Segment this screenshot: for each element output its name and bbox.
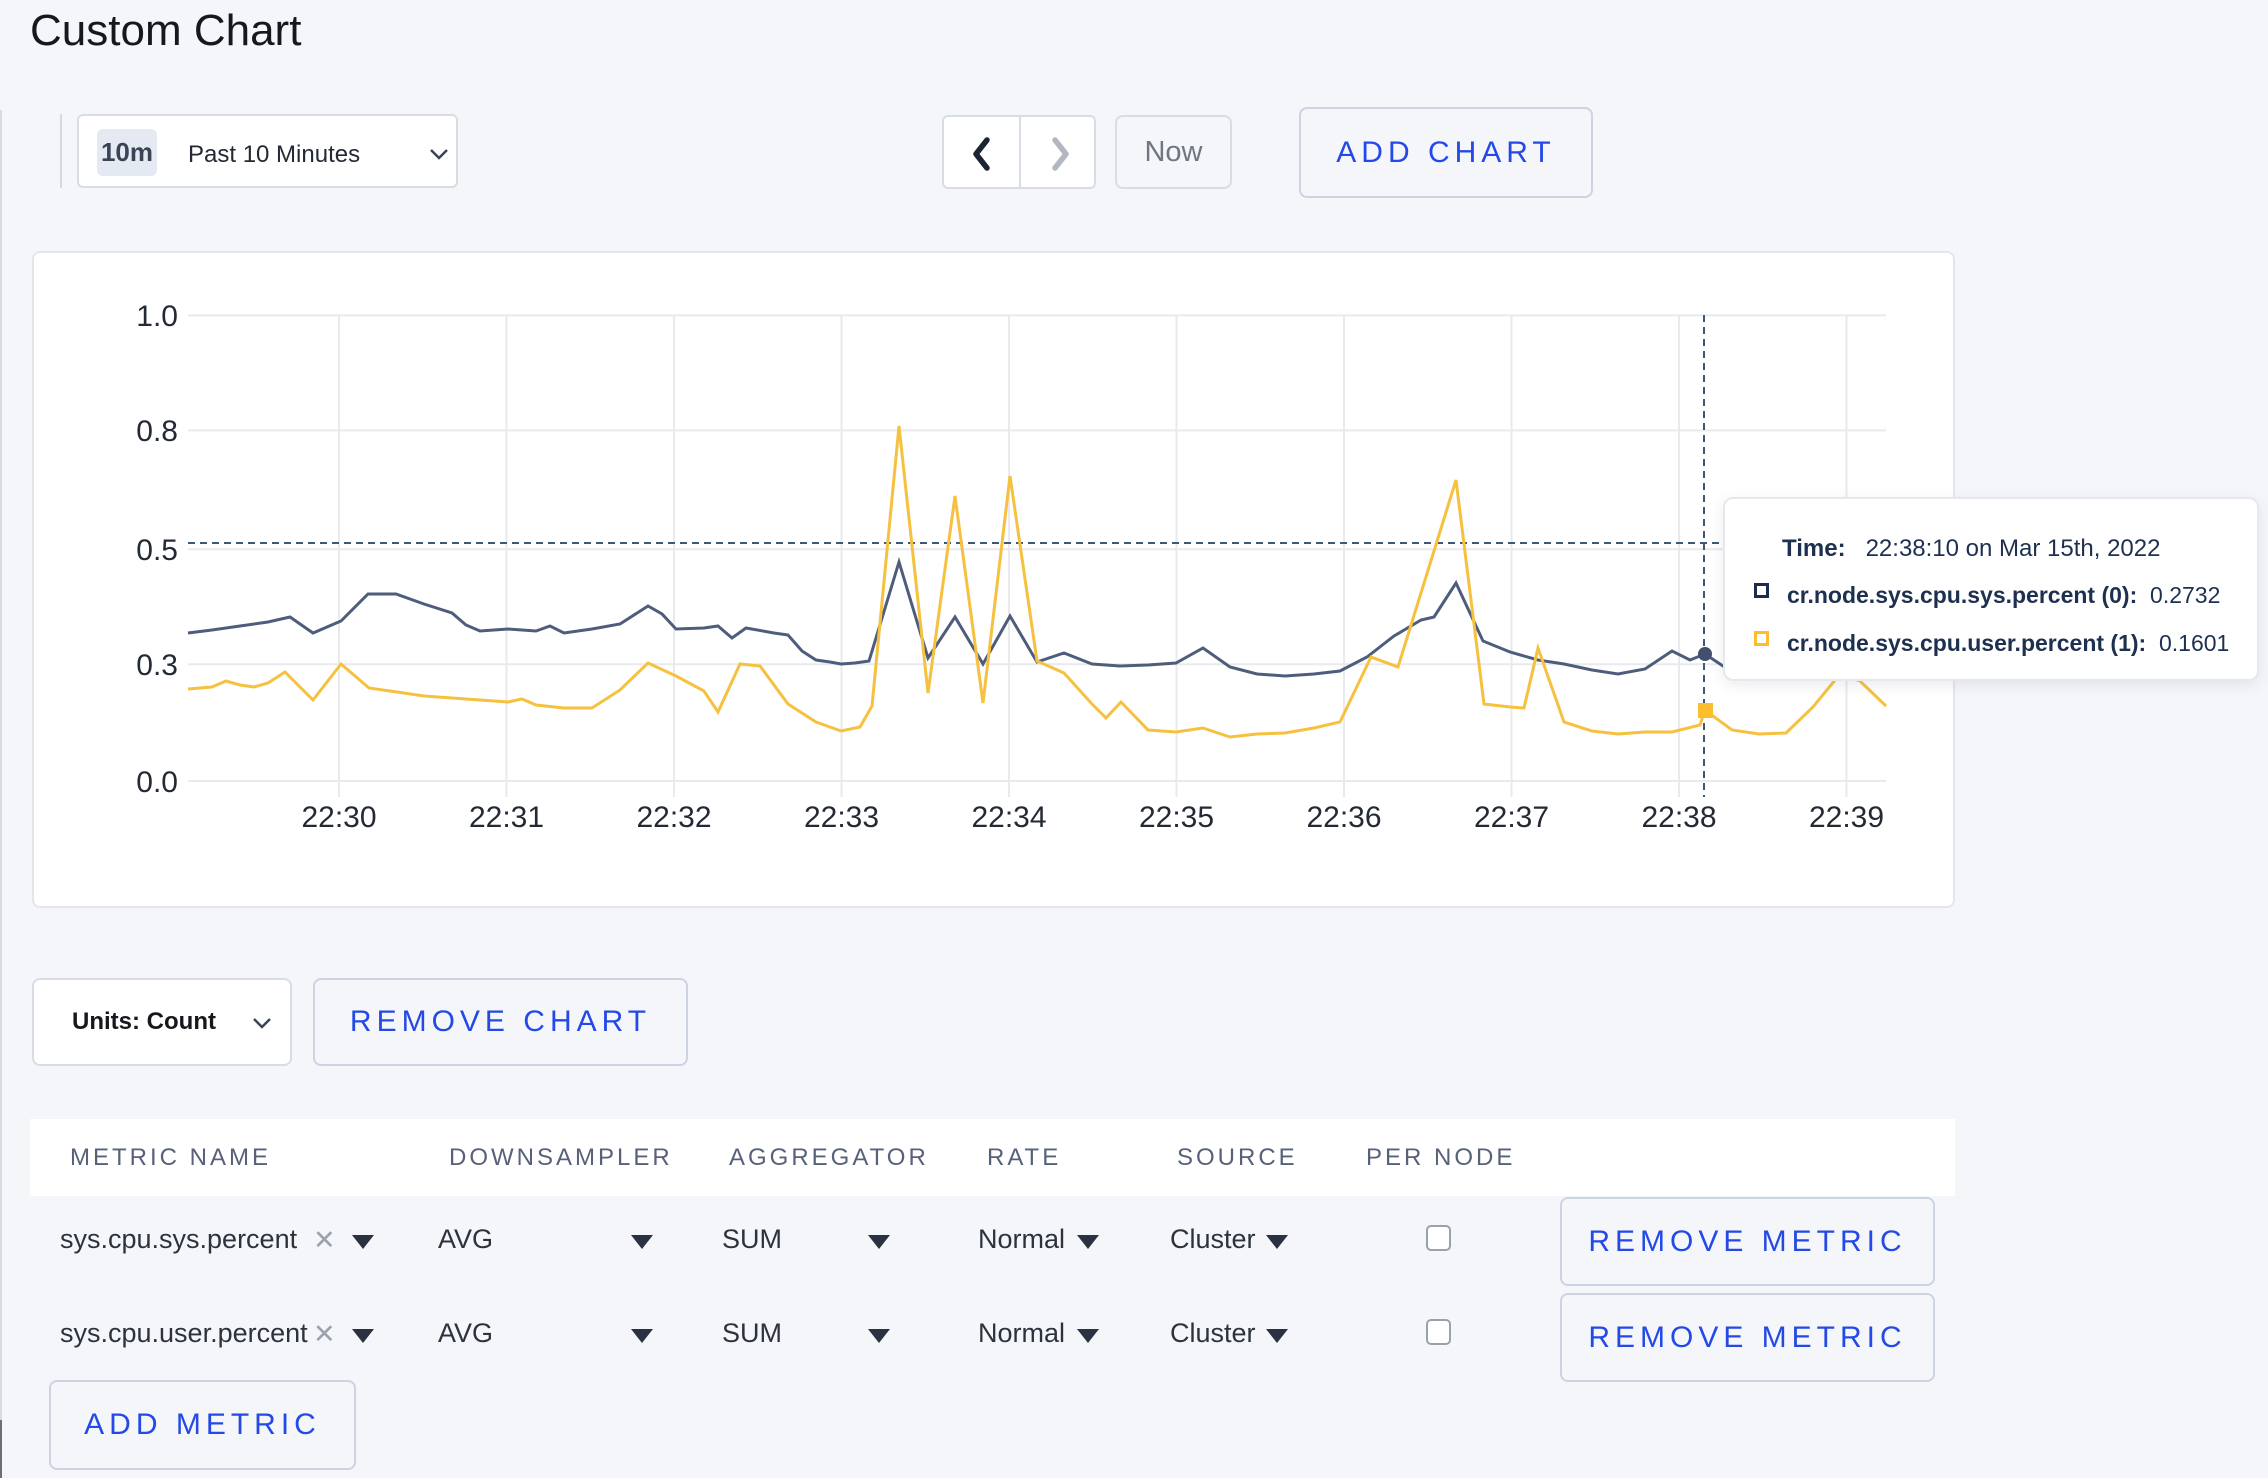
svg-text:0.0: 0.0 (136, 766, 178, 799)
svg-text:22:31: 22:31 (469, 801, 544, 834)
svg-text:22:39: 22:39 (1809, 801, 1884, 834)
svg-text:0.5: 0.5 (136, 534, 178, 567)
svg-text:22:33: 22:33 (804, 801, 879, 834)
svg-text:22:30: 22:30 (301, 801, 376, 834)
svg-text:22:34: 22:34 (971, 801, 1046, 834)
svg-text:22:38: 22:38 (1641, 801, 1716, 834)
svg-text:1.0: 1.0 (136, 300, 178, 333)
svg-text:0.8: 0.8 (136, 415, 178, 448)
svg-text:22:37: 22:37 (1474, 801, 1549, 834)
svg-text:22:35: 22:35 (1139, 801, 1214, 834)
svg-text:0.3: 0.3 (136, 649, 178, 682)
svg-text:22:36: 22:36 (1306, 801, 1381, 834)
svg-text:22:32: 22:32 (636, 801, 711, 834)
